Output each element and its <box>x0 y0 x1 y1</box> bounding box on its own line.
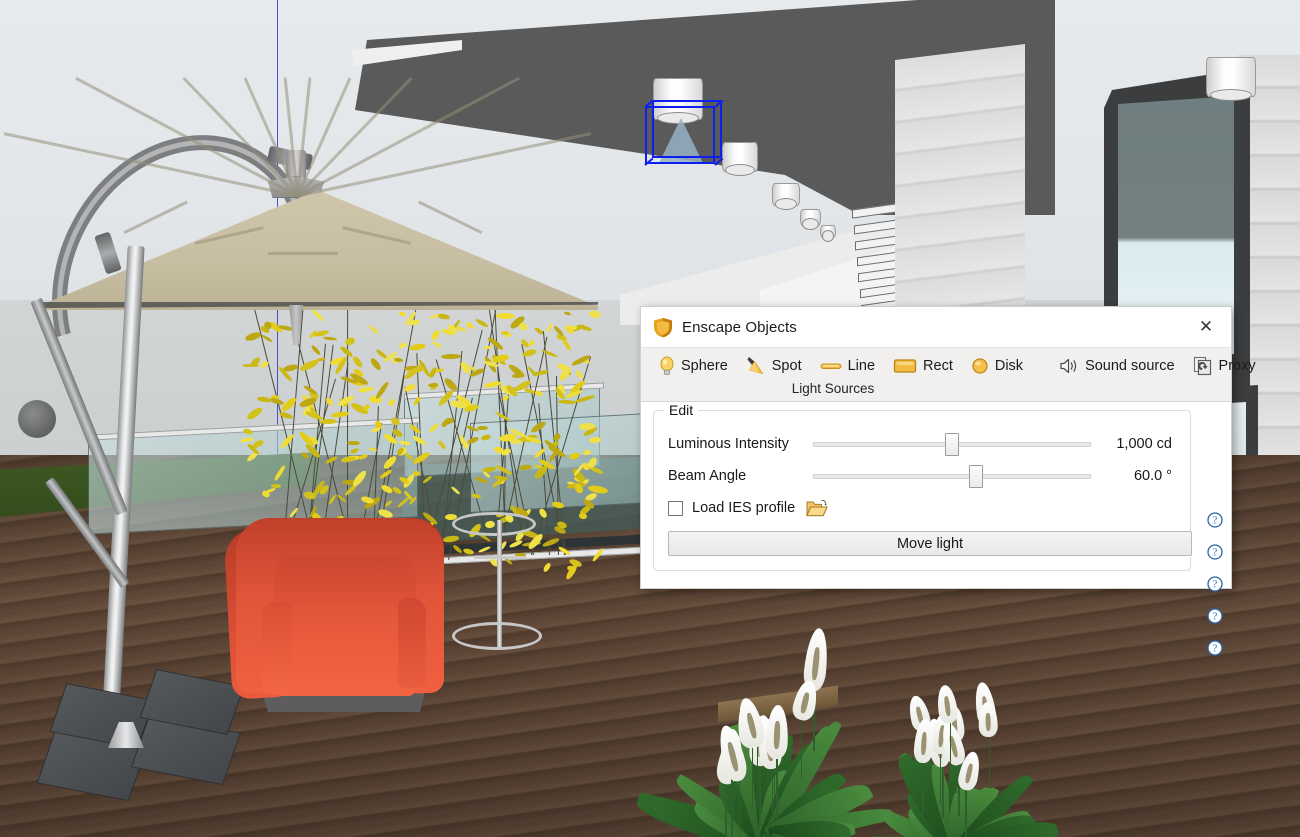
ribbon-item-label: Sphere <box>681 358 728 374</box>
dialog-body: Edit Luminous Intensity 1,000 cd Beam An… <box>641 402 1231 656</box>
ribbon-item-label: Proxy <box>1218 358 1256 374</box>
speaker-icon <box>1060 358 1077 374</box>
ribbon-item-label: Spot <box>771 358 802 374</box>
flower-stem <box>942 766 944 818</box>
screen: Enscape Objects ✕ Sphere Spot Line Rect … <box>0 0 1300 837</box>
ribbon-item-proxy[interactable]: Proxy <box>1185 353 1264 379</box>
rect-light-icon <box>893 359 917 373</box>
tree-leaf <box>270 483 282 488</box>
svg-text:?: ? <box>1213 516 1218 527</box>
ribbon-item-sphere[interactable]: Sphere <box>651 353 736 379</box>
flower-stem <box>776 759 778 820</box>
armchair-cushion-left[interactable] <box>262 602 292 694</box>
downlight-2[interactable] <box>722 142 758 176</box>
slider-track <box>813 473 1091 479</box>
ribbon-item-label: Line <box>847 358 876 374</box>
ribbon-item-disk[interactable]: Disk <box>963 354 1031 378</box>
ribbon-group-caption-text: Light Sources <box>791 381 875 396</box>
load-ies-row: Load IES profile <box>668 493 1176 523</box>
dialog-title: Enscape Objects <box>682 318 797 336</box>
tree-leaf <box>440 353 461 359</box>
beam-angle-value: 60.0 ° <box>1133 468 1172 484</box>
tree-leaf <box>512 374 523 378</box>
ribbon-item-label: Rect <box>923 358 953 374</box>
armchair-seat[interactable] <box>274 556 416 696</box>
open-folder-icon[interactable] <box>806 499 828 518</box>
flower-stem <box>800 720 803 780</box>
flower-stem <box>939 754 942 806</box>
flower-stem <box>756 746 759 807</box>
downlight-5[interactable] <box>820 225 836 242</box>
side-table-base-ring[interactable] <box>452 622 542 650</box>
flower-stem <box>771 768 774 829</box>
move-light-button[interactable]: Move light <box>668 531 1192 556</box>
bulb-icon <box>660 356 674 375</box>
close-icon[interactable]: ✕ <box>1189 312 1223 342</box>
ribbon-item-line[interactable]: Line <box>812 354 883 378</box>
ribbon-item-sound-source[interactable]: Sound source <box>1051 354 1182 378</box>
downlight-exterior[interactable] <box>1206 57 1256 101</box>
umbrella-pivot-hub <box>18 400 56 438</box>
beam-angle-row: Beam Angle 60.0 ° <box>668 461 1176 491</box>
slider-thumb[interactable] <box>945 432 959 456</box>
slider-thumb[interactable] <box>968 464 983 488</box>
flower-stem <box>731 778 734 837</box>
luminous-intensity-row: Luminous Intensity 1,000 cd <box>668 429 1176 459</box>
ribbon-item-rect[interactable]: Rect <box>885 354 961 378</box>
ribbon-row: Sphere Spot Line Rect Disk Sound source … <box>641 348 1256 384</box>
edit-group: Edit Luminous Intensity 1,000 cd Beam An… <box>653 402 1192 571</box>
help-question-icon[interactable]: ? <box>1207 512 1223 528</box>
help-question-icon[interactable]: ? <box>1207 640 1223 656</box>
help-question-icon[interactable]: ? <box>1207 576 1223 592</box>
flower-stem <box>949 722 952 774</box>
svg-text:?: ? <box>1213 644 1218 655</box>
flower-stem <box>758 766 761 827</box>
line-light-icon <box>820 363 842 369</box>
ribbon-group-caption: Light Sources <box>641 381 1231 401</box>
umbrella-seam <box>268 252 338 255</box>
luminous-intensity-slider[interactable] <box>813 432 1091 456</box>
selection-bounding-box-back[interactable] <box>652 100 722 158</box>
dialog-title-bar[interactable]: Enscape Objects ✕ <box>641 307 1231 347</box>
flower-stem <box>725 784 727 837</box>
side-table-crossbar <box>474 556 526 559</box>
load-ies-checkbox[interactable] <box>668 500 683 516</box>
edit-group-legend: Edit <box>664 402 699 418</box>
flower-stem <box>922 763 924 815</box>
downlight-3[interactable] <box>772 183 800 210</box>
flower-stem <box>988 736 991 788</box>
proxy-icon <box>1193 356 1211 376</box>
ribbon-item-label: Sound source <box>1085 358 1175 374</box>
flower-stem <box>738 780 741 837</box>
svg-text:?: ? <box>1213 580 1218 591</box>
armchair-cushion-right[interactable] <box>398 598 426 688</box>
enscape-objects-dialog[interactable]: Enscape Objects ✕ Sphere Spot Line Rect … <box>640 306 1256 656</box>
downlight-4[interactable] <box>800 209 821 230</box>
disk-light-icon <box>972 358 988 374</box>
side-table-top-ring[interactable] <box>452 512 536 536</box>
beam-angle-slider[interactable] <box>813 464 1091 488</box>
ribbon-item-spot[interactable]: Spot <box>738 353 810 379</box>
light-sources-ribbon[interactable]: Sphere Spot Line Rect Disk Sound source … <box>641 347 1256 402</box>
flower-stem <box>965 789 967 837</box>
help-question-icon[interactable]: ? <box>1207 608 1223 624</box>
flower-stem <box>751 748 754 809</box>
luminous-intensity-label: Luminous Intensity <box>668 436 789 452</box>
svg-text:?: ? <box>1213 612 1218 623</box>
ribbon-item-label: Disk <box>994 358 1024 374</box>
enscape-shield-icon <box>654 317 672 337</box>
beam-angle-label: Beam Angle <box>668 468 747 484</box>
help-question-icon[interactable]: ? <box>1207 544 1223 560</box>
load-ies-label: Load IES profile <box>692 500 796 516</box>
svg-text:?: ? <box>1213 548 1218 559</box>
spotlight-icon <box>747 357 764 375</box>
luminous-intensity-value: 1,000 cd <box>1116 436 1172 452</box>
